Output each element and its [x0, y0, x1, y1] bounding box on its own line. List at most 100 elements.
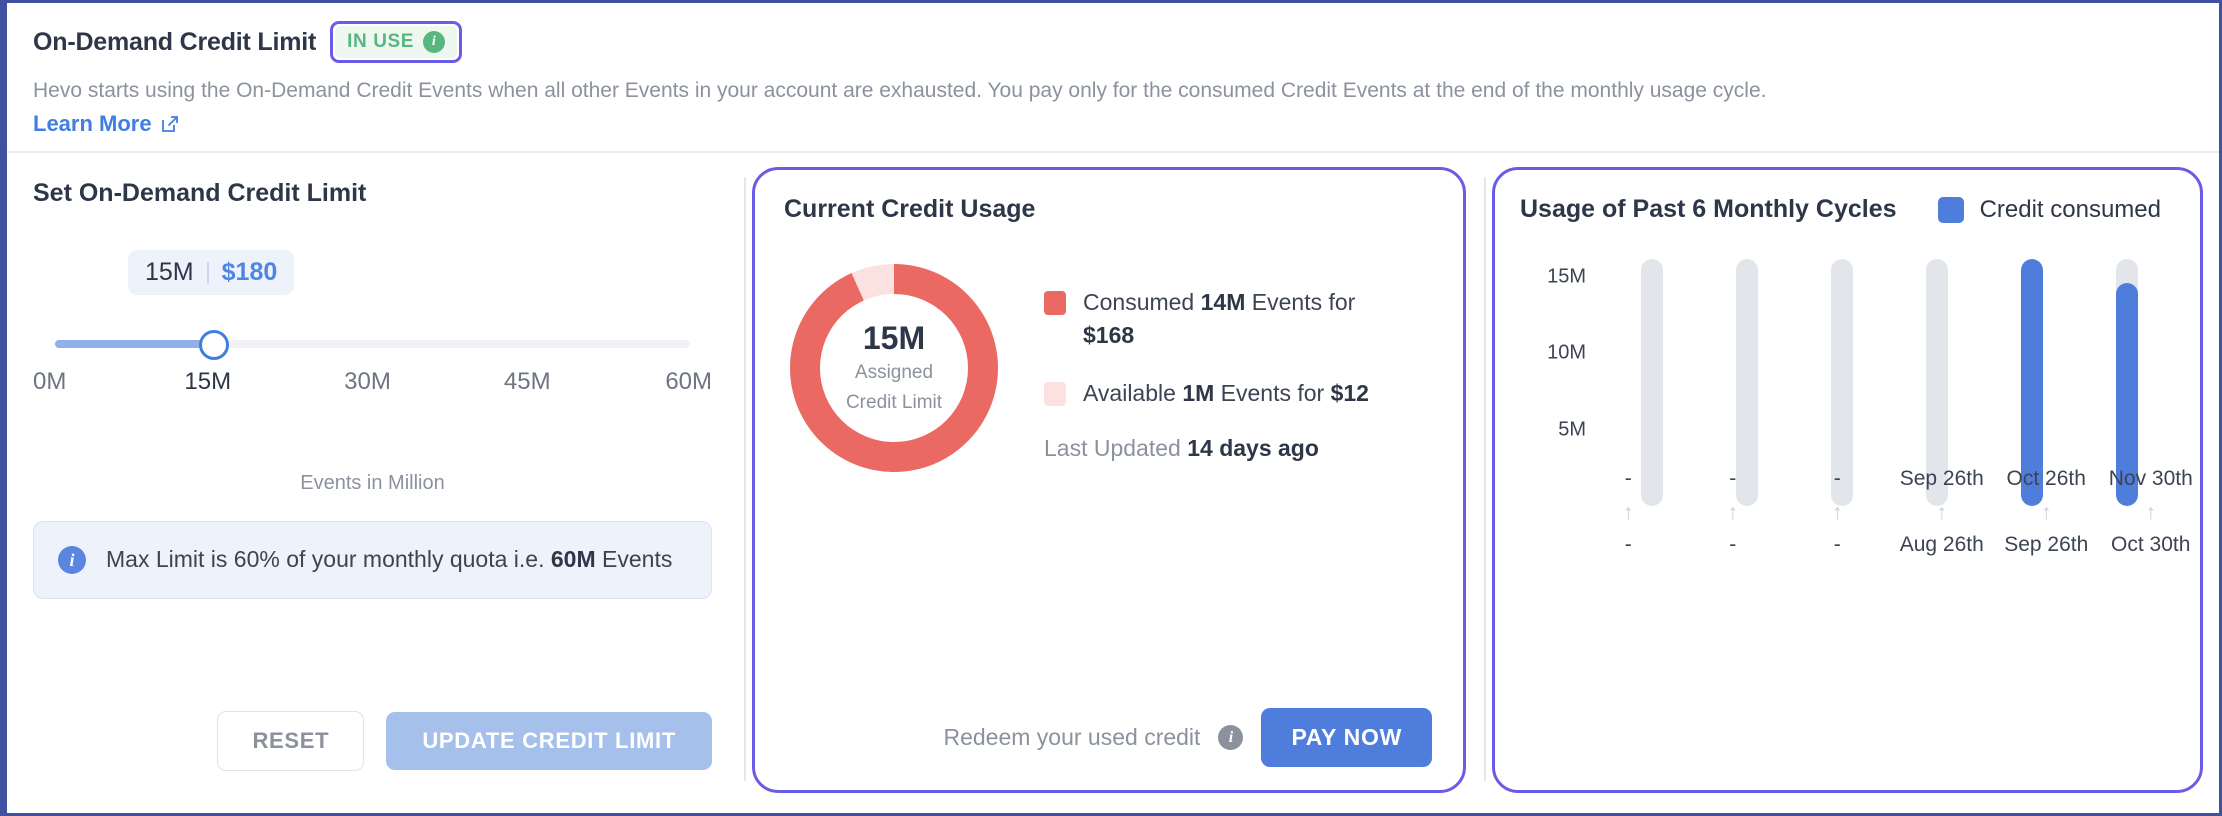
max-limit-text-after: Events	[595, 546, 673, 573]
cycle-end-date: Nov 30th	[2108, 467, 2193, 491]
set-credit-limit-panel: Set On-Demand Credit Limit 15M $180 0M 1…	[7, 153, 742, 807]
reset-button[interactable]: RESET	[217, 711, 365, 772]
set-credit-limit-title: Set On-Demand Credit Limit	[33, 179, 367, 208]
pay-now-button[interactable]: PAY NOW	[1261, 708, 1432, 768]
usage-chart-legend: Credit consumed	[1937, 195, 2175, 224]
slider-tick-labels: 0M 15M 30M 45M 60M	[33, 368, 712, 396]
header-title-row: On-Demand Credit Limit IN USE i	[33, 19, 2193, 65]
info-icon: i	[58, 546, 86, 575]
donut-center-line1: Assigned	[854, 362, 934, 384]
cycle-start-date: -	[1624, 533, 1632, 557]
cycle-end-date: Sep 26th	[1899, 467, 1984, 491]
slider-tick-1: 15M	[184, 368, 232, 396]
y-tick-label: 15M	[1547, 265, 1586, 288]
in-use-badge-focus-ring: IN USE i	[330, 21, 463, 63]
panels-container: Set On-Demand Credit Limit 15M $180 0M 1…	[7, 153, 2219, 807]
x-axis-cycle: - ↑ -	[1785, 467, 1890, 557]
credit-usage-chart-row: 15M Assigned Credit Limit Consumed 14M E…	[784, 264, 1430, 473]
legend-item-consumed: Consumed 14M Events for $168	[1044, 286, 1383, 350]
cycle-start-date: -	[1729, 533, 1737, 557]
legend-text-available: Available 1M Events for $12	[1083, 377, 1369, 409]
tooltip-separator	[206, 261, 209, 284]
slider-tick-0: 0M	[33, 368, 67, 396]
arrow-up-icon: ↑	[1936, 501, 1948, 525]
x-axis-cycle: Oct 26th ↑ Sep 26th	[1994, 467, 2099, 557]
cycle-end-date: Oct 26th	[2006, 467, 2086, 491]
slider-tick-2: 30M	[344, 368, 391, 396]
legend-item-available: Available 1M Events for $12	[1044, 377, 1383, 409]
usage-history-title: Usage of Past 6 Monthly Cycles	[1520, 195, 1897, 224]
update-credit-limit-button[interactable]: UPDATE CREDIT LIMIT	[386, 712, 712, 771]
cycle-end-date: -	[1833, 467, 1841, 491]
max-limit-info-box: i Max Limit is 60% of your monthly quota…	[33, 521, 712, 600]
donut-center: 15M Assigned Credit Limit	[820, 294, 968, 443]
cycle-start-date: Sep 26th	[2004, 533, 2089, 557]
slider-axis-caption: Events in Million	[300, 472, 445, 495]
learn-more-link[interactable]: Learn More	[33, 111, 180, 137]
on-demand-credit-limit-page: On-Demand Credit Limit IN USE i Hevo sta…	[0, 0, 2222, 816]
max-limit-text-before: Max Limit is 60% of your monthly quota i…	[106, 546, 551, 573]
info-icon[interactable]: i	[1218, 725, 1244, 751]
last-updated-label: Last Updated	[1044, 434, 1188, 461]
current-credit-usage-title: Current Credit Usage	[784, 195, 1036, 224]
consumed-events: 14M	[1200, 289, 1246, 316]
cycle-end-date: -	[1624, 467, 1632, 491]
page-title: On-Demand Credit Limit	[33, 27, 317, 56]
x-axis-cycle: Nov 30th ↑ Oct 30th	[2099, 467, 2204, 557]
available-amount: $12	[1330, 379, 1369, 406]
status-badge-label: IN USE	[347, 31, 415, 52]
legend-swatch-consumed	[1044, 291, 1066, 316]
slider-thumb[interactable]	[198, 330, 229, 361]
donut-center-line2: Credit Limit	[845, 391, 943, 413]
y-tick-label: 10M	[1547, 341, 1586, 364]
consumed-amount: $168	[1083, 321, 1135, 348]
max-limit-info-text: Max Limit is 60% of your monthly quota i…	[106, 544, 672, 576]
redeem-pay-row: Redeem your used credit i PAY NOW	[943, 708, 1432, 768]
available-prefix: Available	[1083, 379, 1183, 406]
y-tick-label: 5M	[1558, 418, 1586, 441]
cycle-start-date: Aug 26th	[1899, 533, 1984, 557]
credit-limit-slider[interactable]	[55, 330, 690, 361]
legend-swatch-credit-consumed	[1937, 196, 1964, 223]
cycle-start-date: -	[1833, 533, 1841, 557]
donut-center-value: 15M	[862, 320, 926, 357]
slider-tooltip-value: 15M	[145, 258, 194, 287]
usage-history-panel: Usage of Past 6 Monthly Cycles Credit co…	[1482, 153, 2219, 807]
page-header: On-Demand Credit Limit IN USE i Hevo sta…	[7, 3, 2219, 151]
last-updated: Last Updated 14 days ago	[1044, 435, 1383, 462]
slider-tick-4: 60M	[665, 368, 712, 396]
slider-tick-3: 45M	[503, 368, 551, 396]
info-icon[interactable]: i	[423, 31, 446, 53]
legend-label-credit-consumed: Credit consumed	[1979, 195, 2161, 223]
credit-usage-donut-chart: 15M Assigned Credit Limit	[790, 264, 998, 473]
cycle-end-date: -	[1729, 467, 1737, 491]
arrow-up-icon: ↑	[1832, 501, 1843, 525]
external-link-icon	[160, 114, 180, 134]
legend-text-consumed: Consumed 14M Events for $168	[1083, 286, 1383, 350]
slider-value-tooltip: 15M $180	[128, 250, 295, 296]
x-axis-cycle: Sep 26th ↑ Aug 26th	[1890, 467, 1995, 557]
slider-tooltip-price: $180	[221, 258, 278, 287]
available-events: 1M	[1182, 379, 1215, 406]
consumed-middle: Events for	[1245, 289, 1356, 316]
arrow-up-icon: ↑	[1727, 501, 1739, 525]
chart-x-axis: - ↑ - - ↑ - - ↑ - Sep 26th ↑ Aug 26th Oct 26th ↑ Sep 2…	[1576, 467, 2203, 557]
cycle-start-date: Oct 30th	[2111, 533, 2191, 557]
max-limit-value: 60M	[550, 546, 596, 573]
x-axis-cycle: - ↑ -	[1576, 467, 1681, 557]
page-description: Hevo starts using the On-Demand Credit E…	[33, 79, 1767, 102]
usage-chart-header: Usage of Past 6 Monthly Cycles Credit co…	[1520, 195, 2175, 224]
learn-more-label: Learn More	[33, 111, 152, 137]
consumed-prefix: Consumed	[1083, 289, 1201, 316]
usage-history-content: Usage of Past 6 Monthly Cycles Credit co…	[1492, 167, 2203, 793]
redeem-label: Redeem your used credit	[943, 724, 1201, 751]
current-credit-usage-panel: Current Credit Usage 15M Assigned Credit…	[742, 153, 1482, 807]
arrow-up-icon: ↑	[2041, 501, 2052, 525]
available-middle: Events for	[1214, 379, 1331, 406]
x-axis-cycle: - ↑ -	[1681, 467, 1786, 557]
credit-usage-legend: Consumed 14M Events for $168 Available 1…	[1044, 264, 1383, 462]
arrow-up-icon: ↑	[2145, 501, 2157, 525]
left-panel-actions: RESET UPDATE CREDIT LIMIT	[33, 711, 712, 772]
status-badge[interactable]: IN USE i	[335, 26, 458, 58]
last-updated-value: 14 days ago	[1187, 434, 1319, 461]
